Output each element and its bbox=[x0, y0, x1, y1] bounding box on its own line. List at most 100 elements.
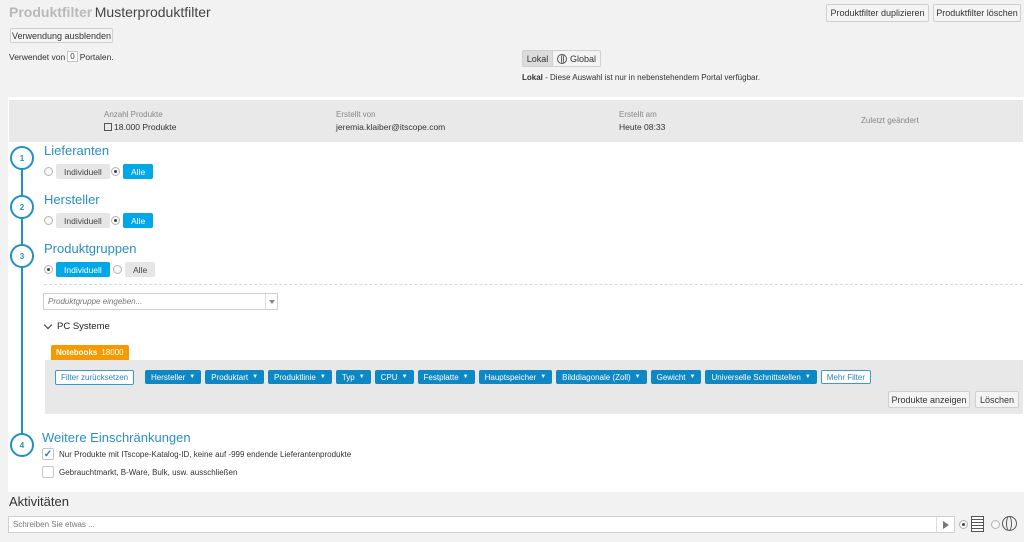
filter-dropdown-label: Bilddiagonale (Zoll) bbox=[562, 372, 631, 382]
scope-global-button[interactable]: Global bbox=[553, 50, 601, 67]
caret-down-icon: ▼ bbox=[634, 374, 641, 380]
suppliers-all-radio[interactable] bbox=[111, 167, 120, 176]
manufacturers-all-radio[interactable] bbox=[111, 216, 120, 225]
suppliers-all-pill[interactable]: Alle bbox=[123, 164, 154, 179]
productgroup-input[interactable] bbox=[44, 297, 265, 306]
stat-label: Erstellt am bbox=[619, 110, 657, 119]
filter-dropdown-produktart[interactable]: Produktart ▼ bbox=[205, 370, 265, 384]
reset-filters-button[interactable]: Filter zurücksetzen bbox=[55, 370, 135, 385]
step-1-badge: 1 bbox=[10, 146, 34, 170]
caret-down-icon: ▼ bbox=[358, 374, 365, 380]
suppliers-individual-pill[interactable]: Individuell bbox=[56, 164, 110, 179]
section-divider bbox=[44, 284, 1023, 285]
filter-dropdown-schnittstellen[interactable]: Universelle Schnittstellen ▼ bbox=[705, 370, 817, 384]
filter-dropdown-label: Universelle Schnittstellen bbox=[711, 372, 801, 382]
activities-title: Aktivitäten bbox=[9, 494, 69, 509]
filter-dropdown-label: CPU bbox=[380, 372, 398, 382]
restriction-row: ✓ Nur Produkte mit ITscope-Katalog-ID, k… bbox=[42, 448, 351, 460]
productgroups-individual-radio[interactable] bbox=[44, 265, 53, 274]
step-4-badge: 4 bbox=[10, 433, 34, 457]
filter-dropdown-label: Gewicht bbox=[656, 372, 686, 382]
manufacturers-all-pill[interactable]: Alle bbox=[123, 213, 154, 228]
activity-input-box[interactable] bbox=[8, 516, 955, 533]
category-tag[interactable]: Notebooks 18000 bbox=[51, 345, 129, 360]
stat-created-at: Erstellt am Heute 08:33 bbox=[619, 110, 665, 132]
filter-dropdown-hersteller[interactable]: Hersteller ▼ bbox=[145, 370, 202, 384]
filter-dropdown-gewicht[interactable]: Gewicht ▼ bbox=[650, 370, 702, 384]
filter-dropdown-festplatte[interactable]: Festplatte ▼ bbox=[417, 370, 475, 384]
filter-dropdown-bilddiagonale[interactable]: Bilddiagonale (Zoll) ▼ bbox=[556, 370, 647, 384]
filter-dropdown-label: Hersteller bbox=[151, 372, 186, 382]
stat-value: 18.000 Produkte bbox=[114, 122, 177, 132]
stat-value: Heute 08:33 bbox=[619, 122, 666, 132]
category-tag-count: 18000 bbox=[101, 348, 124, 357]
delete-group-button[interactable]: Löschen bbox=[975, 391, 1019, 408]
combobox-toggle[interactable] bbox=[265, 294, 277, 309]
manufacturers-individual-pill[interactable]: Individuell bbox=[56, 213, 110, 228]
play-icon bbox=[942, 520, 949, 529]
step-1-title: Lieferanten bbox=[44, 143, 110, 158]
caret-down-icon: ▼ bbox=[804, 374, 811, 380]
scope-global-label: Global bbox=[569, 53, 596, 64]
step-2-badge: 2 bbox=[10, 195, 34, 219]
stat-modified: Zuletzt geändert bbox=[861, 116, 919, 125]
tree-node-label: PC Systeme bbox=[57, 321, 110, 332]
usage-count: 0 bbox=[67, 51, 78, 62]
filter-dropdown-label: Typ bbox=[341, 372, 355, 382]
productgroups-all-pill[interactable]: Alle bbox=[125, 262, 156, 277]
filter-dropdown-label: Produktart bbox=[211, 372, 249, 382]
filter-dropdown-cpu[interactable]: CPU ▼ bbox=[374, 370, 414, 384]
manufacturers-individual-radio[interactable] bbox=[44, 216, 53, 225]
caret-down-icon: ▼ bbox=[189, 374, 196, 380]
duplicate-filter-button[interactable]: Produktfilter duplizieren bbox=[826, 4, 929, 22]
chevron-down-icon bbox=[43, 320, 53, 330]
step-2-title: Hersteller bbox=[44, 192, 100, 207]
stat-label: Anzahl Produkte bbox=[104, 110, 163, 119]
step-3-badge: 3 bbox=[10, 244, 34, 268]
caret-down-icon: ▼ bbox=[319, 374, 326, 380]
chevron-down-icon bbox=[268, 299, 275, 304]
more-filters-button[interactable]: Mehr Filter bbox=[820, 370, 872, 384]
box-icon bbox=[104, 123, 112, 131]
restriction-label: Nur Produkte mit ITscope-Katalog-ID, kei… bbox=[59, 449, 352, 459]
stat-label: Erstellt von bbox=[336, 110, 376, 119]
productgroups-individual-pill[interactable]: Individuell bbox=[56, 262, 110, 277]
show-products-button[interactable]: Produkte anzeigen bbox=[888, 391, 970, 408]
restriction-checkbox[interactable] bbox=[42, 466, 54, 478]
filter-dropdown-typ[interactable]: Typ ▼ bbox=[335, 370, 371, 384]
scope-toggle: Lokal Global bbox=[522, 50, 601, 67]
stat-value: jeremia.klaiber@itscope.com bbox=[336, 122, 446, 132]
filter-dropdown-label: Festplatte bbox=[423, 372, 459, 382]
globe-icon bbox=[556, 53, 567, 64]
activity-input[interactable] bbox=[9, 520, 936, 529]
productgroup-combobox[interactable] bbox=[43, 293, 278, 310]
hide-usage-button[interactable]: Verwendung ausblenden bbox=[10, 28, 113, 43]
breadcrumb-brand: Produktfilter bbox=[9, 4, 93, 20]
globe-icon bbox=[1002, 516, 1017, 531]
scope-hint-strong: Lokal bbox=[522, 73, 543, 82]
delete-filter-button[interactable]: Produktfilter löschen bbox=[933, 4, 1021, 22]
scope-hint: Lokal - Diese Auswahl ist nur in nebenst… bbox=[522, 73, 760, 82]
tree-node-pc-systeme[interactable]: PC Systeme bbox=[43, 320, 110, 332]
usage-prefix: Verwendet von bbox=[9, 51, 66, 62]
suppliers-individual-radio[interactable] bbox=[44, 167, 53, 176]
building-icon bbox=[971, 516, 984, 532]
caret-down-icon: ▼ bbox=[252, 374, 259, 380]
send-button[interactable] bbox=[936, 517, 954, 532]
usage-info: Verwendet von 0 Portalen. bbox=[9, 51, 114, 62]
productgroups-all-radio[interactable] bbox=[113, 265, 122, 274]
restriction-checkbox[interactable]: ✓ bbox=[42, 448, 54, 460]
filter-name: Musterproduktfilter bbox=[94, 4, 211, 20]
caret-down-icon: ▼ bbox=[462, 374, 469, 380]
filter-panel bbox=[45, 360, 1023, 414]
visibility-portal-radio[interactable] bbox=[959, 520, 968, 529]
page-title: Produktfilter Musterproduktfilter bbox=[9, 4, 211, 20]
stat-products: Anzahl Produkte 18.000 Produkte bbox=[104, 110, 176, 132]
scope-local-button[interactable]: Lokal bbox=[522, 50, 553, 67]
filter-dropdown-hauptspeicher[interactable]: Hauptspeicher ▼ bbox=[478, 370, 553, 384]
filter-dropdown-label: Hauptspeicher bbox=[484, 372, 537, 382]
filter-dropdown-produktlinie[interactable]: Produktlinie ▼ bbox=[268, 370, 332, 384]
filter-dropdown-label: Produktlinie bbox=[274, 372, 316, 382]
visibility-global-radio[interactable] bbox=[991, 520, 1000, 529]
step-4-title: Weitere Einschränkungen bbox=[42, 430, 191, 445]
